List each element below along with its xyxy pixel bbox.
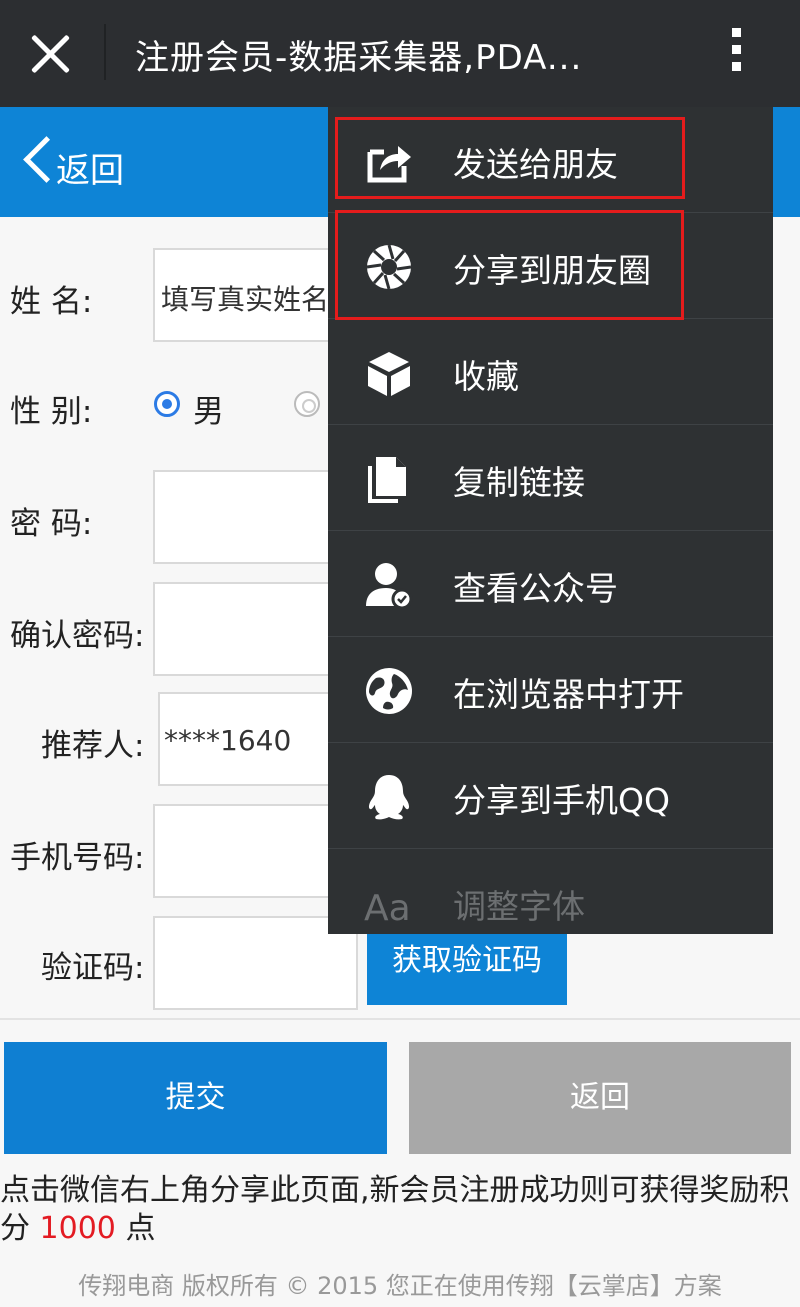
menu-item-label: 分享到手机QQ: [453, 781, 670, 820]
back-link[interactable]: 返回: [56, 143, 124, 192]
menu-item-font-size[interactable]: Aa 调整字体: [328, 849, 773, 934]
wechat-top-bar: 注册会员-数据采集器,PDA...: [0, 0, 800, 107]
svg-text:Aa: Aa: [364, 888, 411, 928]
divider: [104, 24, 106, 80]
name-label: 姓 名:: [10, 284, 93, 320]
get-code-button[interactable]: 获取验证码: [367, 929, 567, 1005]
submit-button[interactable]: 提交: [4, 1042, 387, 1154]
cube-icon: [368, 352, 410, 396]
menu-item-view-account[interactable]: 查看公众号: [328, 531, 773, 637]
menu-item-open-browser[interactable]: 在浏览器中打开: [328, 637, 773, 743]
gender-male-radio[interactable]: [154, 391, 180, 417]
menu-item-label: 在浏览器中打开: [453, 675, 684, 714]
more-options-icon[interactable]: [728, 28, 744, 80]
referrer-label: 推荐人:: [41, 728, 145, 764]
reward-points: 1000: [39, 1211, 116, 1246]
menu-item-label: 查看公众号: [453, 569, 618, 608]
share-reward-notice: 点击微信右上角分享此页面,新会员注册成功则可获得奖励积分 1000 点: [0, 1172, 800, 1248]
page-title: 注册会员-数据采集器,PDA...: [135, 38, 583, 78]
menu-item-label: 复制链接: [453, 463, 585, 502]
gender-label: 性 别:: [10, 394, 93, 430]
menu-item-copy-link[interactable]: 复制链接: [328, 425, 773, 531]
copy-document-icon: [368, 457, 406, 503]
divider: [0, 1018, 800, 1020]
menu-item-label: 调整字体: [453, 887, 585, 926]
password-label: 密 码:: [10, 506, 93, 542]
qq-penguin-icon: [368, 775, 410, 820]
official-account-icon: [366, 563, 413, 610]
gender-female-radio[interactable]: [294, 391, 320, 417]
confirm-password-label: 确认密码:: [10, 618, 145, 654]
gender-male-label[interactable]: 男: [193, 386, 224, 431]
menu-item-favorite[interactable]: 收藏: [328, 319, 773, 425]
phone-label: 手机号码:: [10, 840, 145, 876]
highlight-send-to-friend: [335, 117, 685, 199]
referrer-value: ****1640: [164, 724, 292, 757]
font-size-icon: Aa: [364, 888, 411, 928]
name-placeholder: 填写真实姓名: [161, 283, 330, 316]
globe-icon: [366, 668, 412, 714]
close-icon[interactable]: [28, 31, 74, 77]
menu-item-label: 收藏: [453, 357, 519, 396]
copyright-footer: 传翔电商 版权所有 © 2015 您正在使用传翔【云掌店】方案: [78, 1272, 722, 1300]
verification-code-label: 验证码:: [41, 950, 145, 986]
notice-suffix: 点: [115, 1211, 156, 1246]
return-button[interactable]: 返回: [409, 1042, 791, 1154]
chevron-left-icon[interactable]: [22, 137, 52, 185]
menu-item-share-qq[interactable]: 分享到手机QQ: [328, 743, 773, 849]
highlight-moments: [335, 210, 684, 320]
